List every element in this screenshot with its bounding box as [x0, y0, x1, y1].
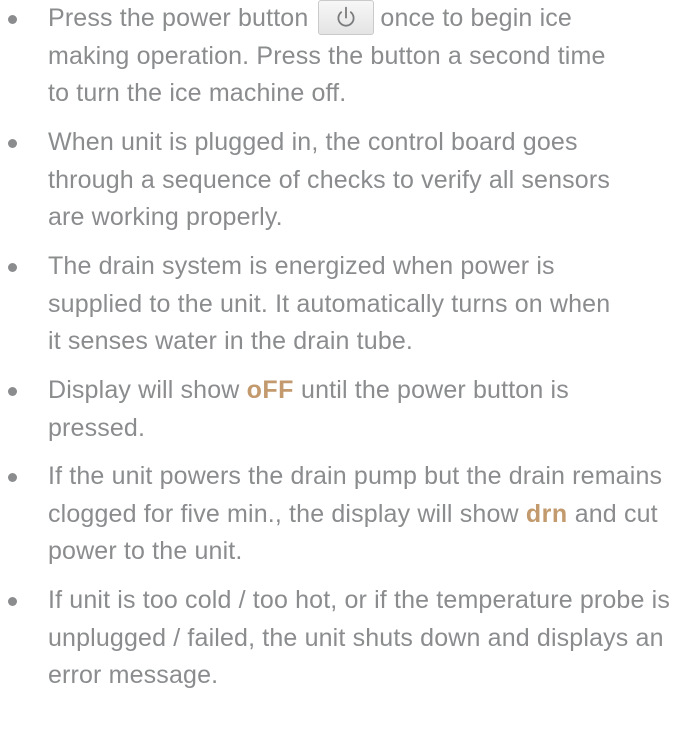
- text-line: If the unit powers the drain pump but th…: [48, 462, 663, 490]
- text-segment: once to begin ice: [380, 4, 572, 32]
- list-item-text: Display will show oFF until the power bu…: [48, 372, 680, 447]
- text-line: When unit is plugged in, the control boa…: [48, 128, 578, 156]
- list-item-text: If unit is too cold / too hot, or if the…: [48, 582, 680, 695]
- bullet-icon: [8, 473, 17, 482]
- text-line: power to the unit.: [48, 537, 243, 565]
- bullet-icon: [8, 387, 17, 396]
- display-code-off: oFF: [246, 376, 294, 404]
- display-code-drn: drn: [525, 499, 568, 528]
- list-item-text: When unit is plugged in, the control boa…: [48, 124, 680, 237]
- list-item-text: Press the power button once to begin ice…: [48, 0, 680, 113]
- power-icon: [337, 6, 355, 27]
- text-segment: Display will show: [48, 376, 240, 404]
- list-item-text: The drain system is energized when power…: [48, 248, 680, 361]
- text-line: pressed.: [48, 413, 146, 442]
- text-line: error message.: [48, 661, 219, 689]
- text-line: through a sequence of checks to verify a…: [48, 165, 610, 194]
- text-line: If unit is too cold / too hot, or if the…: [48, 586, 670, 614]
- bullet-icon: [8, 597, 17, 606]
- text-line: to turn the ice machine off.: [48, 79, 347, 107]
- bullet-icon: [8, 263, 17, 272]
- text-line: The drain system is energized when power…: [48, 252, 555, 280]
- text-segment: until the power button is: [301, 376, 569, 404]
- text-line: it senses water in the drain tube.: [48, 327, 414, 355]
- text-segment: Press the power button: [48, 4, 309, 32]
- bullet-icon: [8, 15, 17, 24]
- text-segment: and cut: [574, 499, 658, 528]
- bullet-icon: [8, 139, 17, 148]
- text-line: are working properly.: [48, 203, 283, 231]
- instruction-list: Press the power button once to begin ice…: [0, 0, 688, 734]
- text-line: supplied to the unit. It automatically t…: [48, 289, 611, 318]
- list-item-text: If the unit powers the drain pump but th…: [48, 458, 680, 571]
- text-line: making operation. Press the button a sec…: [48, 41, 606, 70]
- text-line: unplugged / failed, the unit shuts down …: [48, 623, 664, 652]
- text-segment: clogged for five min., the display will …: [48, 499, 519, 528]
- power-button-icon: [318, 0, 375, 35]
